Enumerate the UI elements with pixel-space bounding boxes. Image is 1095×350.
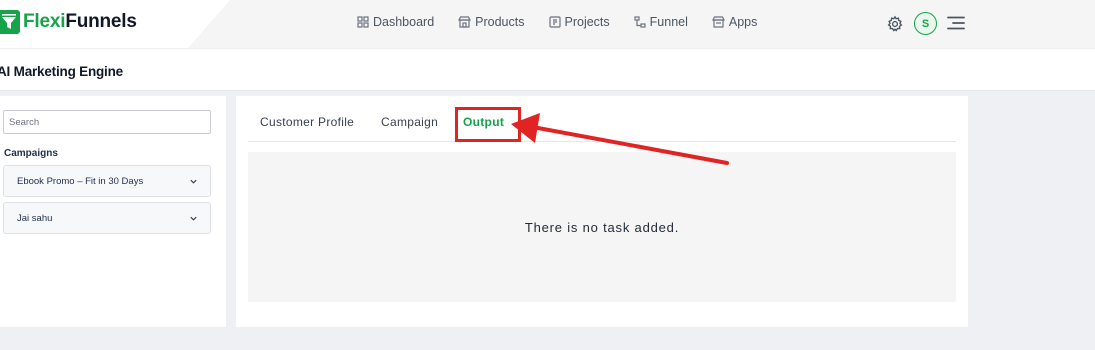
nav-dashboard-label: Dashboard — [373, 15, 435, 29]
nav-apps[interactable]: Apps — [711, 15, 758, 29]
hamburger-menu-icon[interactable] — [947, 16, 965, 30]
nav-projects-label: Projects — [564, 15, 610, 29]
chevron-down-icon — [190, 216, 197, 221]
campaign-name: Jai sahu — [17, 212, 53, 224]
funnel-icon — [634, 16, 646, 28]
campaigns-section-label: Campaigns — [4, 148, 58, 159]
apps-icon — [711, 16, 725, 28]
search-input[interactable] — [3, 110, 211, 134]
main-panel: Customer Profile Campaign Output There i… — [236, 96, 968, 327]
logo-panel: FlexiFunnels — [0, 0, 230, 48]
nav-products[interactable]: Products — [458, 15, 525, 29]
top-navbar: FlexiFunnels Dashboard Products Projects — [0, 0, 1095, 48]
tab-bar: Customer Profile Campaign Output — [248, 106, 956, 142]
tab-customer-profile[interactable]: Customer Profile — [260, 115, 354, 129]
annotation-highlight-box — [455, 107, 521, 142]
nav-apps-label: Apps — [728, 15, 758, 29]
brand-name: FlexiFunnels — [23, 11, 137, 32]
grid-icon — [357, 16, 369, 28]
nav-funnel[interactable]: Funnel — [634, 15, 688, 29]
main-nav: Dashboard Products Projects Funnel Apps — [357, 15, 781, 29]
nav-funnel-label: Funnel — [649, 15, 688, 29]
page-title: AI Marketing Engine — [0, 64, 123, 79]
nav-dashboard[interactable]: Dashboard — [357, 15, 434, 29]
empty-state-message: There is no task added. — [524, 219, 680, 235]
brand-logo[interactable]: FlexiFunnels — [0, 10, 137, 34]
page-header: AI Marketing Engine — [0, 49, 1095, 91]
chevron-down-icon — [190, 179, 197, 184]
campaigns-sidebar: Campaigns Ebook Promo – Fit in 30 Days J… — [0, 96, 226, 327]
empty-state: There is no task added. — [248, 152, 956, 302]
shop-icon — [458, 16, 472, 28]
nav-projects[interactable]: Projects — [548, 15, 610, 29]
nav-products-label: Products — [475, 15, 525, 29]
user-avatar[interactable]: S — [914, 12, 937, 35]
project-icon — [548, 16, 561, 28]
tab-campaign[interactable]: Campaign — [381, 115, 438, 129]
campaign-name: Ebook Promo – Fit in 30 Days — [17, 175, 144, 187]
campaign-item-ebook-promo[interactable]: Ebook Promo – Fit in 30 Days — [3, 165, 211, 197]
settings-gear-icon[interactable] — [886, 15, 904, 33]
funnel-logo-icon — [0, 10, 20, 34]
campaign-item-jai-sahu[interactable]: Jai sahu — [3, 202, 211, 234]
